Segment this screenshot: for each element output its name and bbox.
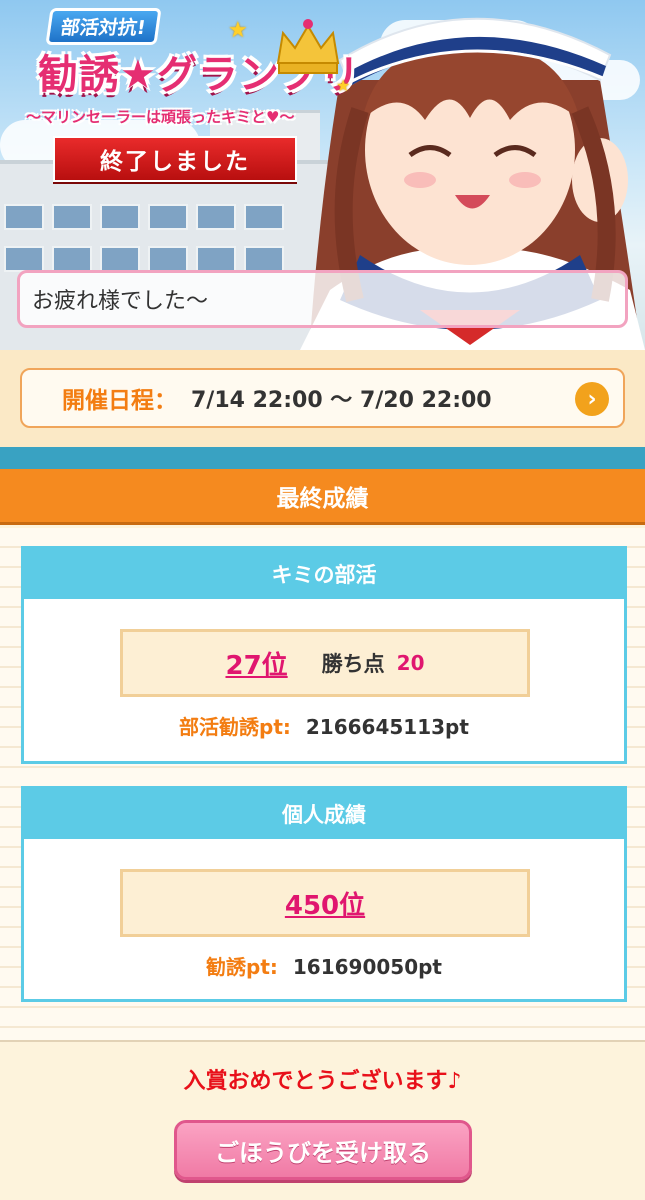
schedule-label: 開催日程： [62,388,177,414]
win-points-value: 20 [396,651,425,675]
star-icon: ★ [228,18,248,43]
divider-stripe [0,447,645,469]
schedule-area: 開催日程： 7/14 22:00 〜 7/20 22:00 › [0,350,645,447]
personal-pt-line: 勧誘pt: 161690050pt [24,951,624,980]
club-pt-label: 部活勧誘pt: [179,715,291,739]
claim-reward-button[interactable]: ごほうびを受け取る [174,1120,472,1180]
event-subtitle: 〜マリンセーラーは頑張ったキミと♥〜 [26,108,295,126]
schedule-row[interactable]: 開催日程： 7/14 22:00 〜 7/20 22:00 › [20,368,625,428]
win-points-label: 勝ち点 [321,652,385,676]
personal-results-card: 個人成績 450位 勧誘pt: 161690050pt [21,786,627,1002]
results-section: キミの部活 27位 勝ち点 20 部活勧誘pt: 2166645113pt 個人… [0,528,645,1042]
schedule-value: 7/14 22:00 〜 7/20 22:00 [191,388,492,413]
personal-rank-box: 450位 [120,869,530,937]
event-banner: 部活対抗! 勧誘★グランプリ ★ ★ 〜マリンセーラーは頑張ったキミと♥〜 終了… [0,0,645,350]
event-ended-label: 終了しました [53,136,297,182]
personal-rank-link[interactable]: 450位 [285,885,365,922]
club-results-card: キミの部活 27位 勝ち点 20 部活勧誘pt: 2166645113pt [21,546,627,764]
club-rank-box: 27位 勝ち点 20 [120,629,530,697]
personal-card-title: 個人成績 [24,789,624,839]
chevron-right-icon[interactable]: › [575,382,609,416]
star-icon: ★ [336,76,351,95]
crown-icon [276,19,340,74]
club-pt-line: 部活勧誘pt: 2166645113pt [24,711,624,740]
event-logo: 部活対抗! 勧誘★グランプリ ★ ★ 〜マリンセーラーは頑張ったキミと♥〜 [18,6,363,131]
event-tag: 部活対抗! [45,8,162,45]
congrats-text: 入賞おめでとうございます♪ [183,1069,462,1094]
club-pt-value: 2166645113pt [305,715,469,739]
club-rank-link[interactable]: 27位 [225,645,287,682]
personal-pt-value: 161690050pt [292,955,442,979]
club-card-title: キミの部活 [24,549,624,599]
personal-pt-label: 勧誘pt: [206,955,278,979]
final-results-header: 最終成績 [0,469,645,525]
character-message: お疲れ様でした〜 [17,270,628,328]
